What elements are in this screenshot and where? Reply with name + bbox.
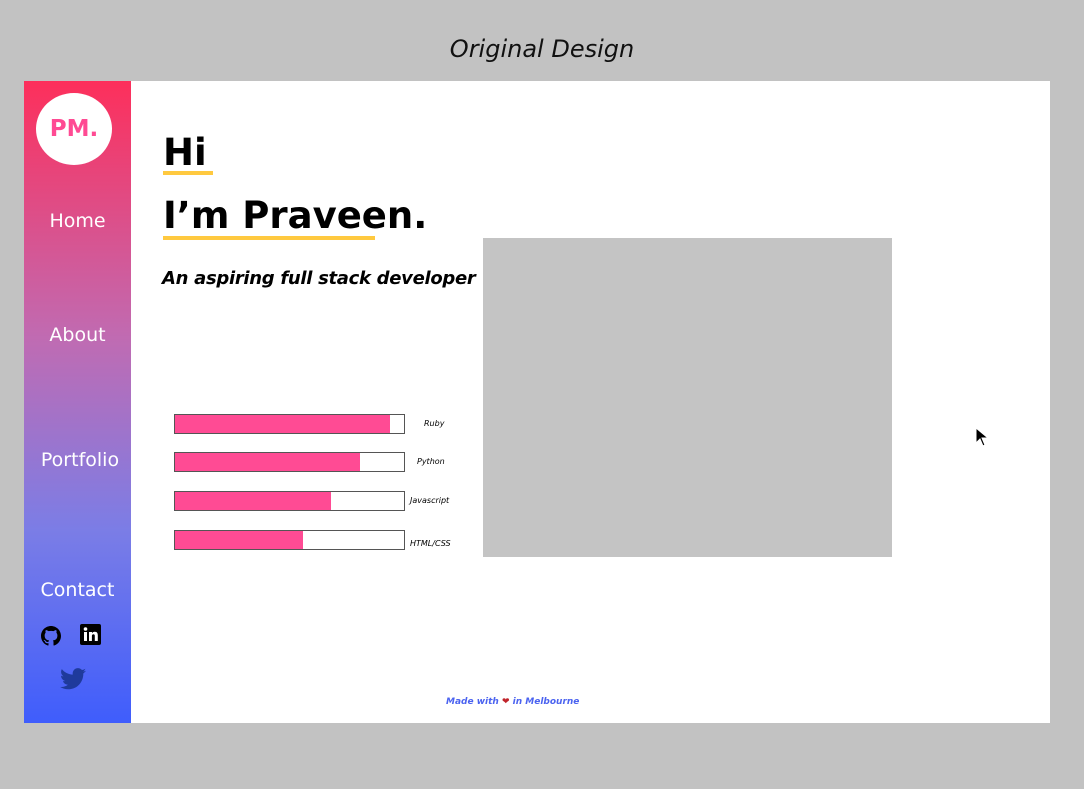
- skill-row-python: Python: [174, 452, 474, 472]
- skill-label: HTML/CSS: [410, 539, 451, 548]
- footer-prefix: Made with: [446, 697, 499, 707]
- skill-bar-track: [174, 491, 405, 511]
- skill-bar-fill: [175, 415, 391, 433]
- skill-label: Python: [417, 457, 445, 466]
- linkedin-icon[interactable]: [80, 624, 101, 650]
- skill-label: Javascript: [410, 496, 450, 505]
- greeting-underline: [163, 171, 213, 175]
- hero-greeting: Hi: [163, 131, 207, 174]
- heart-icon: ❤: [501, 697, 510, 707]
- page-frame: PM. Home About Portfolio Contact Hi I’m …: [24, 81, 1050, 723]
- design-caption: Original Design: [449, 35, 635, 63]
- name-underline: [163, 236, 375, 240]
- nav-contact[interactable]: Contact: [24, 579, 131, 601]
- sidebar: PM. Home About Portfolio Contact: [24, 81, 131, 723]
- mouse-cursor-icon: [975, 426, 991, 452]
- hero-image-placeholder: [483, 238, 892, 557]
- logo[interactable]: PM.: [36, 93, 112, 165]
- nav-about[interactable]: About: [24, 324, 131, 346]
- skill-bar-fill: [175, 453, 361, 471]
- footer-suffix: in Melbourne: [512, 697, 580, 707]
- skill-row-ruby: Ruby: [174, 414, 474, 434]
- skill-bar-track: [174, 414, 405, 434]
- skill-bar-track: [174, 530, 405, 550]
- skill-row-javascript: Javascript: [174, 491, 474, 511]
- skill-bar-fill: [175, 531, 304, 549]
- hero-name: I’m Praveen.: [163, 194, 428, 237]
- nav-portfolio[interactable]: Portfolio: [30, 449, 130, 471]
- nav-home[interactable]: Home: [24, 210, 131, 232]
- skill-bar-track: [174, 452, 405, 472]
- github-icon[interactable]: [41, 626, 61, 651]
- twitter-icon[interactable]: [60, 668, 86, 695]
- hero-tagline: An aspiring full stack developer: [162, 268, 476, 289]
- skill-label: Ruby: [424, 419, 445, 428]
- skill-row-htmlcss: HTML/CSS: [174, 530, 474, 550]
- skill-bar-fill: [175, 492, 331, 510]
